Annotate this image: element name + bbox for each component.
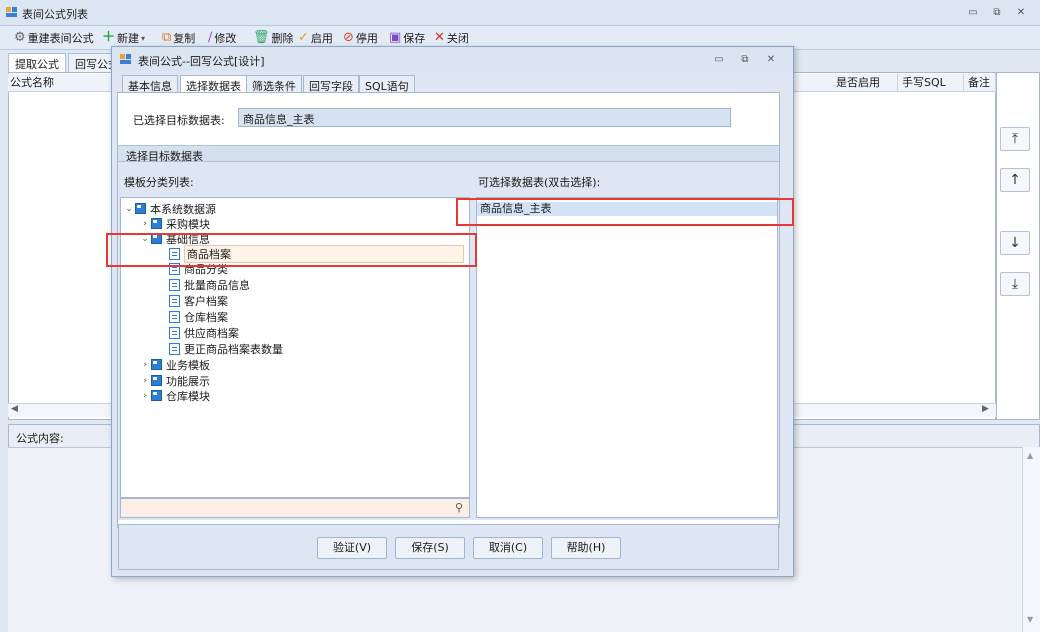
- save-icon: ▣: [389, 30, 402, 45]
- move-down-button[interactable]: ↓: [1000, 231, 1030, 255]
- close-icon: ✕: [434, 30, 445, 45]
- dialog-app-icon: [120, 53, 132, 65]
- dialog-restore-icon[interactable]: ⧉: [738, 53, 752, 67]
- dialog-title-bar: 表间公式--回写公式[设计] ▭ ⧉ ✕: [112, 47, 793, 71]
- stop-icon: ⊘: [343, 30, 354, 45]
- copy-icon: ⧉: [162, 30, 172, 45]
- chevron-down-icon[interactable]: ⌄: [123, 204, 135, 214]
- selected-table-field: 商品信息_主表: [238, 108, 731, 127]
- arrow-up-icon: ↑: [1009, 172, 1021, 188]
- scroll-left-icon[interactable]: ◀: [11, 404, 18, 414]
- tree-search-input[interactable]: ⚲: [120, 498, 470, 518]
- copy-button[interactable]: ⧉ 复制: [162, 30, 195, 46]
- document-icon: [169, 294, 180, 307]
- scroll-right-icon[interactable]: ▶: [982, 404, 989, 414]
- available-tables-label: 可选择数据表(双击选择):: [478, 176, 601, 189]
- highlight-list-selection: [456, 198, 794, 226]
- cancel-button[interactable]: 取消(C): [473, 537, 543, 559]
- folder-icon: [151, 375, 162, 386]
- tree-node-fix-quantity[interactable]: 更正商品档案表数量: [169, 341, 283, 356]
- column-remark[interactable]: 备注: [966, 74, 996, 92]
- search-icon[interactable]: ⚲: [455, 501, 463, 514]
- arrow-down-icon: ↓: [1009, 235, 1021, 251]
- delete-button[interactable]: 🗑 删除: [253, 30, 294, 46]
- scroll-up-icon[interactable]: ▲: [1027, 451, 1033, 460]
- tab-basic-info[interactable]: 基本信息: [122, 75, 178, 93]
- document-icon: [169, 310, 180, 323]
- tab-sql-statement[interactable]: SQL语句: [359, 75, 415, 93]
- tree-node-customer[interactable]: 客户档案: [169, 293, 228, 308]
- tree-node-warehouse-module[interactable]: › 仓库模块: [139, 388, 210, 403]
- tree-node-business[interactable]: › 业务模板: [139, 357, 210, 372]
- help-button[interactable]: 帮助(H): [551, 537, 621, 559]
- window-title: 表间公式列表: [22, 8, 88, 21]
- document-icon: [169, 342, 180, 355]
- selected-table-label: 已选择目标数据表:: [133, 114, 225, 127]
- gear-icon: ⚙: [14, 30, 26, 45]
- edit-button[interactable]: ∕ 修改: [208, 30, 236, 46]
- tab-writeback-fields[interactable]: 回写字段: [303, 75, 359, 93]
- document-icon: [169, 326, 180, 339]
- restore-icon[interactable]: ⧉: [990, 6, 1004, 20]
- rebuild-formula-button[interactable]: ⚙ 重建表间公式: [14, 30, 94, 46]
- main-title-bar: 表间公式列表 ▭ ⧉ ✕: [0, 0, 1040, 26]
- column-formula-name[interactable]: 公式名称: [8, 74, 118, 92]
- pencil-icon: ∕: [208, 30, 213, 45]
- tree-node-batch-product[interactable]: 批量商品信息: [169, 277, 250, 292]
- check-icon: ✓: [298, 30, 309, 45]
- chevron-right-icon[interactable]: ›: [139, 219, 151, 229]
- save-toolbar-button[interactable]: ▣ 保存: [389, 30, 425, 46]
- document-icon: [169, 278, 180, 291]
- content-vertical-scrollbar[interactable]: ▲ ▼: [1022, 447, 1040, 632]
- move-bottom-icon: ⤓: [1011, 276, 1019, 292]
- available-tables-list[interactable]: [476, 197, 778, 518]
- verify-button[interactable]: 验证(V): [317, 537, 387, 559]
- minimize-icon[interactable]: ▭: [966, 6, 980, 20]
- move-bottom-button[interactable]: ⤓: [1000, 272, 1030, 296]
- column-enabled[interactable]: 是否启用: [834, 74, 898, 92]
- close-window-icon[interactable]: ✕: [1014, 6, 1028, 20]
- tab-extract-formula[interactable]: 提取公式: [8, 53, 66, 72]
- template-tree-label: 模板分类列表:: [124, 176, 194, 189]
- tab-select-table[interactable]: 选择数据表: [180, 75, 247, 93]
- content-label: 公式内容:: [16, 432, 64, 445]
- save-button[interactable]: 保存(S): [395, 537, 465, 559]
- folder-icon: [151, 218, 162, 229]
- scroll-down-icon[interactable]: ▼: [1027, 615, 1033, 624]
- group-header: 选择目标数据表: [118, 145, 779, 163]
- close-toolbar-button[interactable]: ✕ 关闭: [434, 30, 469, 46]
- tree-node-root[interactable]: ⌄ 本系统数据源: [123, 201, 216, 216]
- highlight-tree-selection: [106, 233, 477, 267]
- disable-button[interactable]: ⊘ 停用: [343, 30, 378, 46]
- dialog-minimize-icon[interactable]: ▭: [712, 53, 726, 67]
- move-top-button[interactable]: ⤒: [1000, 127, 1030, 151]
- folder-icon: [151, 390, 162, 401]
- tree-node-demo[interactable]: › 功能展示: [139, 373, 210, 388]
- plus-icon: ＋: [102, 30, 116, 45]
- enable-button[interactable]: ✓ 启用: [298, 30, 333, 46]
- dialog-title: 表间公式--回写公式[设计]: [138, 55, 265, 68]
- chevron-right-icon[interactable]: ›: [139, 391, 151, 401]
- dialog-close-icon[interactable]: ✕: [764, 53, 778, 67]
- main-tabs: 提取公式 回写公式: [8, 53, 128, 72]
- app-icon: [6, 6, 18, 18]
- chevron-right-icon[interactable]: ›: [139, 376, 151, 386]
- chevron-down-icon[interactable]: ▾: [141, 34, 145, 43]
- chevron-right-icon[interactable]: ›: [139, 360, 151, 370]
- tree-node-purchase[interactable]: › 采购模块: [139, 216, 210, 231]
- tree-node-warehouse-archive[interactable]: 仓库档案: [169, 309, 228, 324]
- trash-icon: 🗑: [253, 30, 270, 45]
- tree-node-supplier[interactable]: 供应商档案: [169, 325, 239, 340]
- move-up-button[interactable]: ↑: [1000, 168, 1030, 192]
- column-handwritten-sql[interactable]: 手写SQL: [900, 74, 964, 92]
- new-button[interactable]: ＋新建 ▾: [102, 30, 145, 46]
- folder-icon: [135, 203, 146, 214]
- folder-icon: [151, 359, 162, 370]
- tab-filter-conditions[interactable]: 筛选条件: [246, 75, 302, 93]
- move-top-icon: ⤒: [1011, 131, 1019, 147]
